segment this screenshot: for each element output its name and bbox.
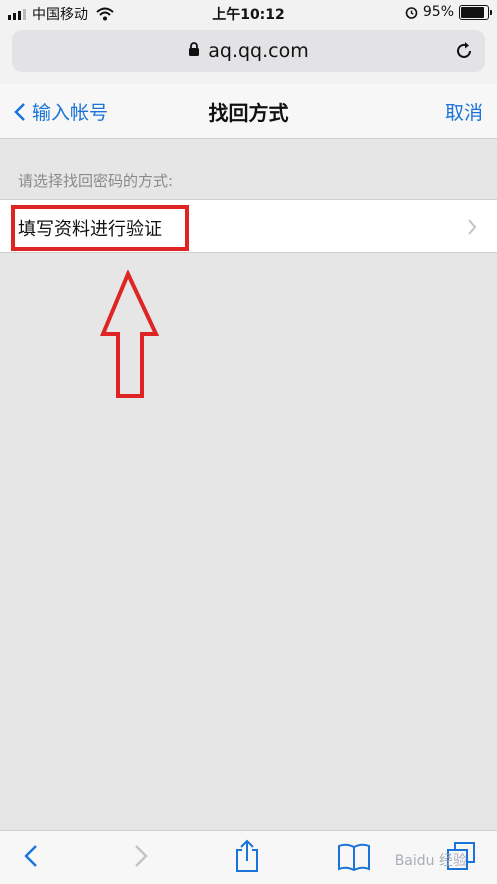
page-title: 找回方式 [208,101,289,125]
alarm-icon [405,6,418,19]
up-arrow-annotation [100,270,160,398]
browser-address-area: aq.qq.com [0,26,497,84]
browser-toolbar: Baidu 经验 [0,830,497,884]
nav-bar: 输入帐号 找回方式 取消 [0,84,497,139]
watermark: Baidu 经验 [394,853,467,869]
url-bar[interactable]: aq.qq.com [12,30,485,72]
cancel-button[interactable]: 取消 [445,98,483,125]
share-icon[interactable] [233,839,261,873]
status-bar: 中国移动 上午10:12 95% [0,0,497,26]
status-right: 95% [405,4,492,20]
chevron-right-icon [468,219,477,235]
section-label: 请选择找回密码的方式: [18,172,174,190]
url-text: aq.qq.com [208,40,309,62]
lock-icon [189,42,200,56]
reload-icon[interactable] [453,40,475,62]
battery-icon [459,4,492,20]
battery-fill [461,6,484,18]
forward-arrow-icon[interactable] [130,843,152,869]
highlight-box [11,205,189,251]
battery-percent: 95% [422,4,454,20]
url-display[interactable]: aq.qq.com [12,40,485,62]
back-arrow-icon[interactable] [20,843,42,869]
bookmarks-icon[interactable] [337,843,371,871]
